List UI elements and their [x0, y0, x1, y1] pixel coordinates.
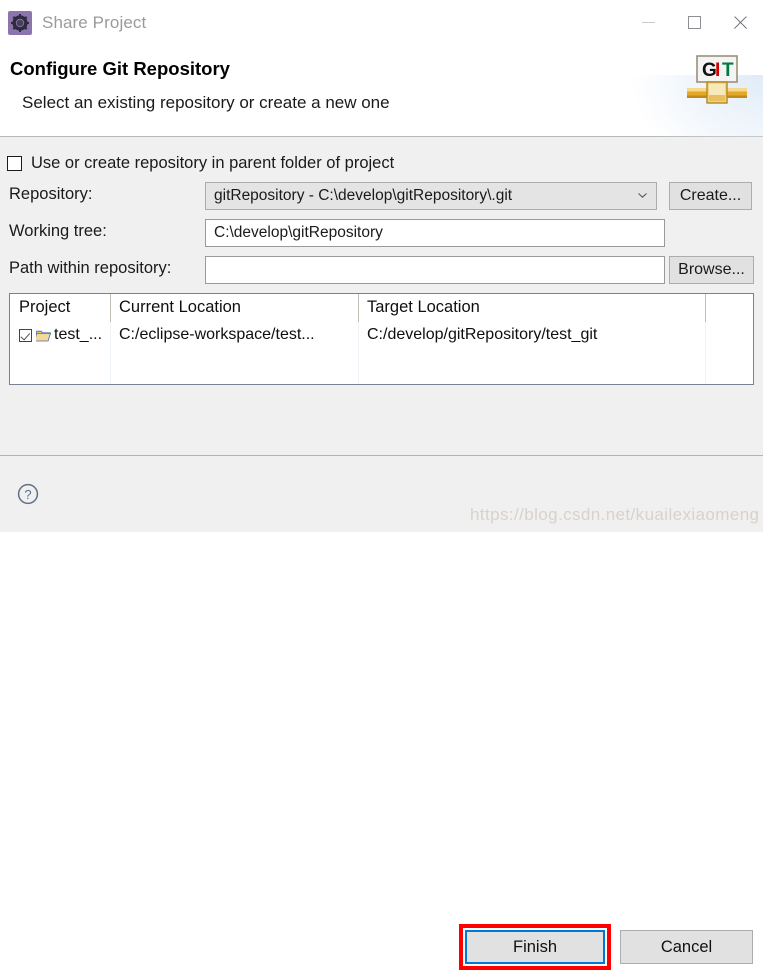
close-button[interactable] [717, 0, 763, 45]
parent-folder-checkbox-row[interactable]: Use or create repository in parent folde… [7, 154, 394, 173]
create-repository-button[interactable]: Create... [669, 182, 752, 210]
row-current-location: C:/eclipse-workspace/test... [119, 326, 315, 343]
close-icon [732, 15, 748, 31]
row-project-name: test_... [54, 326, 103, 343]
row-target-location: C:/develop/gitRepository/test_git [367, 326, 598, 343]
title-bar: Share Project [0, 0, 763, 45]
maximize-icon [687, 16, 701, 29]
window-controls [625, 0, 763, 45]
folder-icon [36, 330, 51, 341]
app-gear-icon [8, 10, 32, 35]
chevron-down-icon [638, 193, 647, 198]
dialog-body: Use or create repository in parent folde… [0, 137, 763, 455]
help-icon[interactable]: ? [17, 483, 39, 505]
page-title: Configure Git Repository [10, 58, 230, 79]
svg-text:I: I [715, 60, 720, 81]
maximize-button[interactable] [671, 0, 717, 45]
path-within-repository-label: Path within repository: [9, 259, 172, 277]
finish-button[interactable]: Finish [465, 930, 605, 964]
working-tree-input[interactable]: C:\develop\gitRepository [205, 219, 665, 247]
browse-button[interactable]: Browse... [669, 256, 754, 284]
path-within-repository-input[interactable] [205, 256, 665, 284]
minimize-button[interactable] [625, 0, 671, 45]
cancel-button[interactable]: Cancel [620, 930, 753, 964]
page-subtitle: Select an existing repository or create … [22, 93, 390, 112]
table-header-project[interactable]: Project [19, 298, 70, 317]
working-tree-value: C:\develop\gitRepository [214, 224, 383, 241]
row-checkbox[interactable] [19, 328, 32, 342]
table-header-current-location[interactable]: Current Location [119, 298, 241, 317]
dialog-header: Configure Git Repository Select an exist… [0, 45, 763, 180]
table-header-target-location[interactable]: Target Location [367, 298, 480, 317]
minimize-icon [641, 22, 655, 23]
repository-combobox[interactable]: gitRepository - C:\develop\gitRepository… [205, 182, 657, 210]
projects-table[interactable]: Project Current Location Target Location… [9, 293, 754, 385]
svg-text:?: ? [24, 487, 31, 502]
repository-value: gitRepository - C:\develop\gitRepository… [214, 187, 513, 204]
repository-label: Repository: [9, 185, 93, 203]
git-logo-icon: G I T [687, 55, 747, 104]
window-title: Share Project [42, 12, 147, 32]
svg-text:T: T [722, 60, 734, 81]
watermark-text: https://blog.csdn.net/kuailexiaomeng [470, 505, 760, 524]
parent-folder-checkbox[interactable] [7, 156, 22, 171]
gear-icon-svg [11, 13, 29, 32]
table-row[interactable]: test_... [19, 326, 102, 344]
parent-folder-checkbox-label: Use or create repository in parent folde… [31, 154, 395, 172]
working-tree-label: Working tree: [9, 222, 107, 240]
